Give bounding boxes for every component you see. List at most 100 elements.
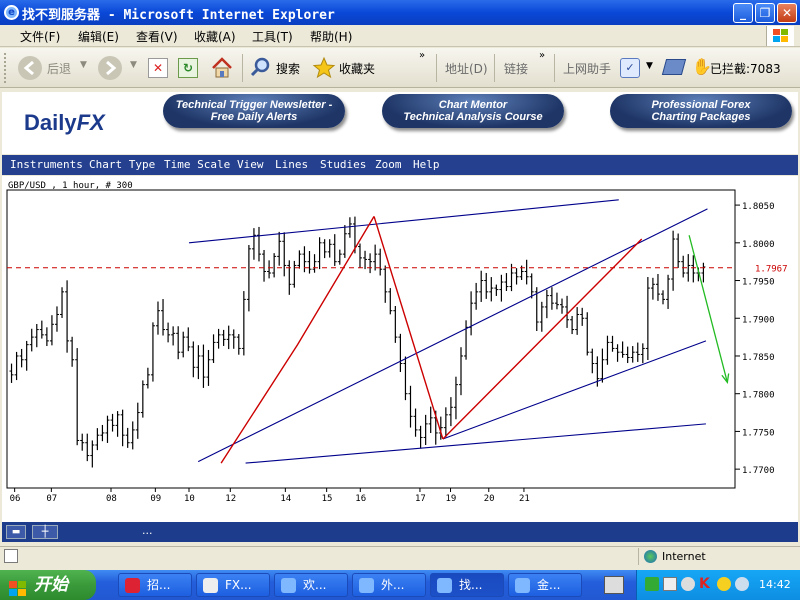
ohlc-bar [504,273,509,291]
newsletter-pill-button[interactable]: Technical Trigger Newsletter - Free Dail… [163,94,345,128]
dailyfx-banner: DailyFX Technical Trigger Newsletter - F… [2,92,798,154]
ohlc-bar [95,428,100,451]
eraser-icon[interactable] [661,59,687,75]
task-button[interactable]: 欢... [274,573,348,597]
status-bar: Internet [0,546,800,566]
y-tick-label: 1.7700 [742,466,775,476]
links-chevron-icon[interactable]: » [539,50,545,61]
ohlc-bar [115,411,120,437]
chart-menu-chart-type[interactable]: Chart Type [89,158,155,171]
current-price-label: 1.7967 [755,265,788,275]
menu-edit[interactable]: 编辑(E) [78,28,119,45]
channel-lines [188,199,708,464]
ohlc-bar [383,265,388,303]
back-arrow-icon[interactable] [18,56,42,80]
minimize-button[interactable]: _ [733,3,753,23]
close-button[interactable]: ✕ [777,3,797,23]
y-tick-label: 1.7900 [742,315,775,325]
back-button-label[interactable]: 后退 [47,60,71,77]
pill-line2: Free Daily Alerts [210,111,298,123]
price-chart[interactable]: GBP/USD , 1 hour, # 300 1.7967 1.80501.8… [2,176,798,522]
ohlc-bar [292,260,297,288]
ohlc-bar [529,273,534,299]
ohlc-bar [453,376,458,420]
chart-menu-help[interactable]: Help [413,158,440,171]
task-button[interactable]: 找... [430,573,504,597]
y-tick-label: 1.7950 [742,278,775,288]
ohlc-bar [186,327,191,352]
logo-daily-text: Daily [24,110,77,135]
menu-view[interactable]: 查看(V) [136,28,178,45]
task-button[interactable]: 外... [352,573,426,597]
start-button[interactable]: 开始 [0,570,96,600]
chart-menu-view[interactable]: View [237,158,264,171]
task-app-icon [281,578,296,593]
tray-antivirus-icon[interactable]: K [699,576,710,592]
home-icon[interactable] [210,56,234,80]
popup-blocked-counter[interactable]: 已拦截:7083 [710,60,781,77]
address-bar-label[interactable]: 地址(D) [445,60,488,77]
x-tick-label: 10 [184,494,195,504]
chart-menu-lines[interactable]: Lines [275,158,308,171]
stop-icon[interactable]: ✕ [148,58,168,78]
menu-tools[interactable]: 工具(T) [252,28,293,45]
channel-line [245,423,706,464]
ohlc-bar [44,327,49,347]
blocker-hand-icon[interactable]: ✋ [692,57,712,77]
tray-volume-icon[interactable] [681,577,695,591]
assistant-dropdown-icon[interactable]: ▼ [646,61,653,71]
chart-menu-instruments[interactable]: Instruments [10,158,83,171]
tray-ime-icon[interactable] [663,577,677,591]
menu-favorites[interactable]: 收藏(A) [194,28,236,45]
favorites-button-label[interactable]: 收藏夹 [339,60,375,77]
task-label: FX... [225,578,252,592]
task-button[interactable]: FX... [196,573,270,597]
tray-info-icon[interactable] [735,577,749,591]
maximize-button[interactable]: ❐ [755,3,775,23]
assistant-label[interactable]: 上网助手 [563,60,611,77]
x-tick-label: 17 [415,494,426,504]
window-titlebar[interactable]: e 找不到服务器 - Microsoft Internet Explorer _… [0,0,800,25]
keyboard-icon[interactable] [604,576,624,594]
assistant-check-icon[interactable]: ✓ [620,58,640,78]
chart-menu-zoom[interactable]: Zoom [375,158,402,171]
tray-network-icon[interactable] [645,577,659,591]
links-bar-label[interactable]: 链接 [504,60,528,77]
ohlc-bar [635,342,640,362]
tray-bulb-icon[interactable] [717,577,731,591]
chart-tool-minus-icon[interactable]: ▬ [6,525,26,539]
ohlc-bar [322,239,327,259]
forward-dropdown-icon[interactable]: ▼ [130,60,137,70]
ohlc-bar [125,427,130,448]
back-dropdown-icon[interactable]: ▼ [80,60,87,70]
chart-menu-time-scale[interactable]: Time Scale [164,158,230,171]
task-button[interactable]: 金... [508,573,582,597]
forecast-arrow [688,235,730,384]
menu-file[interactable]: 文件(F) [20,28,60,45]
ohlc-bar [155,301,160,335]
ohlc-bar [110,413,115,432]
ohlc-bar [585,312,590,356]
refresh-icon[interactable]: ↻ [178,58,198,78]
toolbar-chevron-icon[interactable]: » [419,50,425,61]
chart-mentor-pill-button[interactable]: Chart Mentor Technical Analysis Course [382,94,564,128]
chart-tool-crosshair-icon[interactable]: ┼ [32,525,58,539]
favorites-star-icon[interactable] [312,56,336,80]
forward-arrow-icon[interactable] [98,56,122,80]
ohlc-bar [75,348,80,446]
ohlc-bar [423,414,428,445]
ohlc-bar [105,415,110,443]
toolbar-grip[interactable] [4,53,12,83]
menu-help[interactable]: 帮助(H) [310,28,352,45]
task-button[interactable]: 招... [118,573,192,597]
ohlc-bar [539,301,544,332]
chart-area[interactable]: GBP/USD , 1 hour, # 300 1.7967 1.8050 1.8… [2,176,798,522]
dailyfx-logo[interactable]: DailyFX [24,110,105,136]
ohlc-bar [625,346,630,364]
ohlc-bar [206,349,211,386]
chart-menu-studies[interactable]: Studies [320,158,366,171]
search-icon[interactable] [250,56,272,78]
charting-packages-pill-button[interactable]: Professional Forex Charting Packages [610,94,792,128]
search-button-label[interactable]: 搜索 [276,60,300,77]
y-tick-label: 1.8050 [742,202,775,212]
